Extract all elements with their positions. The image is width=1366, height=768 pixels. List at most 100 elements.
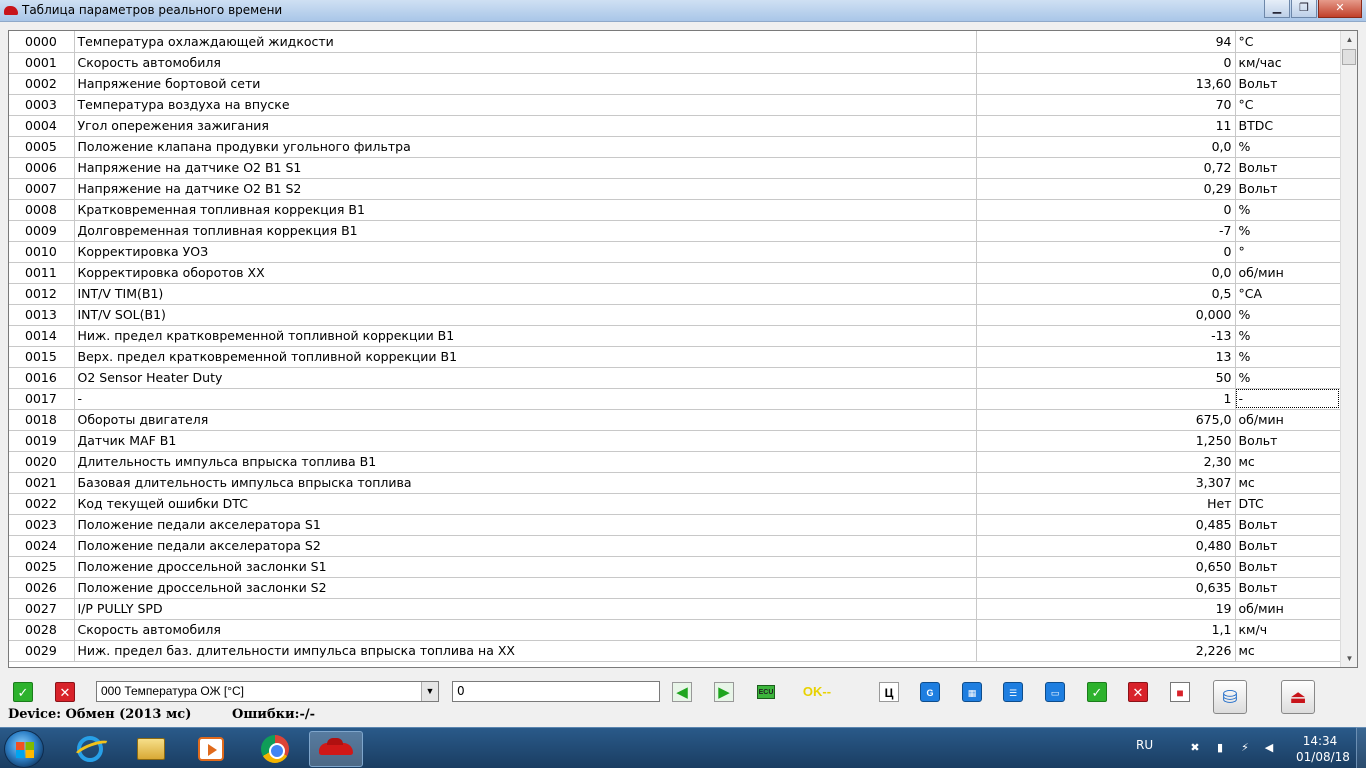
table-row[interactable]: 0004 Угол опережения зажигания 11 BTDC: [9, 115, 1341, 137]
value-input[interactable]: 0: [452, 681, 660, 702]
accept-button[interactable]: ✓: [13, 682, 33, 702]
battery-icon[interactable]: ▮: [1213, 741, 1227, 755]
param-name: -: [74, 388, 977, 410]
table-row[interactable]: 0026 Положение дроссельной заслонки S2 0,6…: [9, 577, 1341, 599]
param-value: 2,226: [976, 640, 1236, 662]
vertical-scrollbar[interactable]: ▲ ▼: [1340, 31, 1357, 667]
table-row[interactable]: 0018 Обороты двигателя 675,0 об/мин: [9, 409, 1341, 431]
param-name: Корректировка УОЗ: [74, 241, 977, 263]
parameters-table: 0000 Температура охлаждающей жидкости 94 °C…: [9, 31, 1341, 662]
taskbar-explorer[interactable]: [124, 731, 178, 767]
stop-button[interactable]: ■: [1170, 682, 1190, 702]
param-id: 0017: [9, 388, 75, 410]
param-unit: DTC: [1235, 493, 1341, 515]
param-unit: Вольт: [1235, 535, 1341, 557]
param-name: Датчик MAF B1: [74, 430, 977, 452]
param-id: 0006: [9, 157, 75, 179]
param-id: 0021: [9, 472, 75, 494]
ts-button[interactable]: Ц: [879, 682, 899, 702]
scroll-thumb[interactable]: [1342, 49, 1356, 65]
prev-arrow-button[interactable]: ◀: [672, 682, 692, 702]
table-row[interactable]: 0016 O2 Sensor Heater Duty 50%: [9, 367, 1341, 389]
table-row[interactable]: 0011 Корректировка оборотов ХХ 0,0 об/мин: [9, 262, 1341, 284]
param-name: INT/V TIM(B1): [74, 283, 977, 305]
screen-icon[interactable]: ▭: [1045, 682, 1065, 702]
taskbar-media-player[interactable]: [184, 731, 238, 767]
param-unit: Вольт: [1235, 73, 1341, 95]
window-title: Таблица параметров реального времени: [22, 3, 283, 17]
system-clock[interactable]: 14:34 01/08/18: [1296, 733, 1350, 765]
close-button[interactable]: ✕: [1318, 0, 1362, 18]
table-row[interactable]: 0013 INT/V SOL(B1) 0,000%: [9, 304, 1341, 326]
table-row[interactable]: 0015 Верх. предел кратковременной топливн…: [9, 346, 1341, 368]
internet-explorer-icon: [77, 736, 103, 762]
ecu-button[interactable]: ECU: [757, 685, 775, 699]
scroll-up-arrow-icon[interactable]: ▲: [1341, 31, 1357, 48]
param-unit: BTDC: [1235, 115, 1341, 137]
table-row[interactable]: 0029 Ниж. предел баз. длительности импуль…: [9, 640, 1341, 662]
g-button[interactable]: G: [920, 682, 940, 702]
table-row[interactable]: 0023 Положение педали акселератора S1 0,48…: [9, 514, 1341, 536]
table-row[interactable]: 0003 Температура воздуха на впуске 70 °C: [9, 94, 1341, 116]
table-row[interactable]: 0019 Датчик MAF B1 1,250 Вольт: [9, 430, 1341, 452]
table-row[interactable]: 0024 Положение педали акселератора S2 0,48…: [9, 535, 1341, 557]
taskbar-chrome[interactable]: [248, 731, 302, 767]
network-icon[interactable]: ✖: [1188, 741, 1202, 755]
parameter-select[interactable]: 000 Температура ОЖ [°C] ▼: [96, 681, 439, 702]
save-disk-icon[interactable]: ⛁: [1213, 680, 1247, 714]
power-icon[interactable]: ⚡: [1238, 741, 1252, 755]
errors-status: Ошибки:-/-: [232, 707, 315, 722]
param-value: -13: [976, 325, 1236, 347]
media-player-icon: [198, 737, 224, 761]
table-row[interactable]: 0028 Скорость автомобиля 1,1 км/ч: [9, 619, 1341, 641]
param-value: 13,60: [976, 73, 1236, 95]
param-id: 0005: [9, 136, 75, 158]
start-button[interactable]: [4, 730, 44, 768]
chevron-down-icon[interactable]: ▼: [421, 682, 438, 701]
show-desktop-button[interactable]: [1356, 727, 1366, 768]
table-row[interactable]: 0005 Положение клапана продувки угольного…: [9, 136, 1341, 158]
table-row[interactable]: 0027 I/P PULLY SPD 19 об/мин: [9, 598, 1341, 620]
table-row[interactable]: 0014 Ниж. предел кратковременной топливно…: [9, 325, 1341, 347]
param-unit: %: [1235, 220, 1341, 242]
table-row[interactable]: 0020 Длительность импульса впрыска топлив…: [9, 451, 1341, 473]
cancel-button[interactable]: ✕: [55, 682, 75, 702]
table-row[interactable]: 0022 Код текущей ошибки DTC Нет DTC: [9, 493, 1341, 515]
table-row[interactable]: 0002 Напряжение бортовой сети 13,60 Вольт: [9, 73, 1341, 95]
table-view-icon[interactable]: ▦: [962, 682, 982, 702]
table-row[interactable]: 0017-1-: [9, 388, 1341, 410]
param-value: 0,72: [976, 157, 1236, 179]
table-row[interactable]: 0008 Кратковременная топливная коррекция …: [9, 199, 1341, 221]
param-name: Напряжение бортовой сети: [74, 73, 977, 95]
table-row[interactable]: 0000 Температура охлаждающей жидкости 94 °C: [9, 31, 1341, 53]
parameters-grid[interactable]: 0000 Температура охлаждающей жидкости 94 °C…: [8, 30, 1358, 668]
param-name: Положение педали акселератора S2: [74, 535, 977, 557]
taskbar-diagnostics-app[interactable]: [309, 731, 363, 767]
minimize-button[interactable]: ▁: [1264, 0, 1290, 18]
language-indicator[interactable]: RU: [1136, 738, 1153, 752]
exit-door-icon[interactable]: ⏏: [1281, 680, 1315, 714]
table-row[interactable]: 0010 Корректировка УОЗ 0 °: [9, 241, 1341, 263]
table-row[interactable]: 0009 Долговременная топливная коррекция B…: [9, 220, 1341, 242]
param-unit: мс: [1235, 472, 1341, 494]
accept-all-button[interactable]: ✓: [1087, 682, 1107, 702]
taskbar-internet-explorer[interactable]: [63, 731, 117, 767]
ok-status-button[interactable]: OK--: [795, 682, 839, 702]
table-row[interactable]: 0007 Напряжение на датчике O2 B1 S2 0,29 Во…: [9, 178, 1341, 200]
table-row[interactable]: 0025 Положение дроссельной заслонки S1 0,6…: [9, 556, 1341, 578]
table-row[interactable]: 0021 Базовая длительность импульса впрыск…: [9, 472, 1341, 494]
param-id: 0002: [9, 73, 75, 95]
list-view-icon[interactable]: ☰: [1003, 682, 1023, 702]
next-arrow-button[interactable]: ▶: [714, 682, 734, 702]
param-id: 0009: [9, 220, 75, 242]
param-id: 0008: [9, 199, 75, 221]
maximize-button[interactable]: ❐: [1291, 0, 1317, 18]
volume-icon[interactable]: ◀: [1262, 741, 1276, 755]
scroll-down-arrow-icon[interactable]: ▼: [1341, 650, 1357, 667]
param-value: 0: [976, 199, 1236, 221]
table-row[interactable]: 0001 Скорость автомобиля 0 км/час: [9, 52, 1341, 74]
table-row[interactable]: 0006 Напряжение на датчике O2 B1 S1 0,72 Во…: [9, 157, 1341, 179]
reject-all-button[interactable]: ✕: [1128, 682, 1148, 702]
param-value: 0,650: [976, 556, 1236, 578]
table-row[interactable]: 0012 INT/V TIM(B1) 0,5 °CA: [9, 283, 1341, 305]
